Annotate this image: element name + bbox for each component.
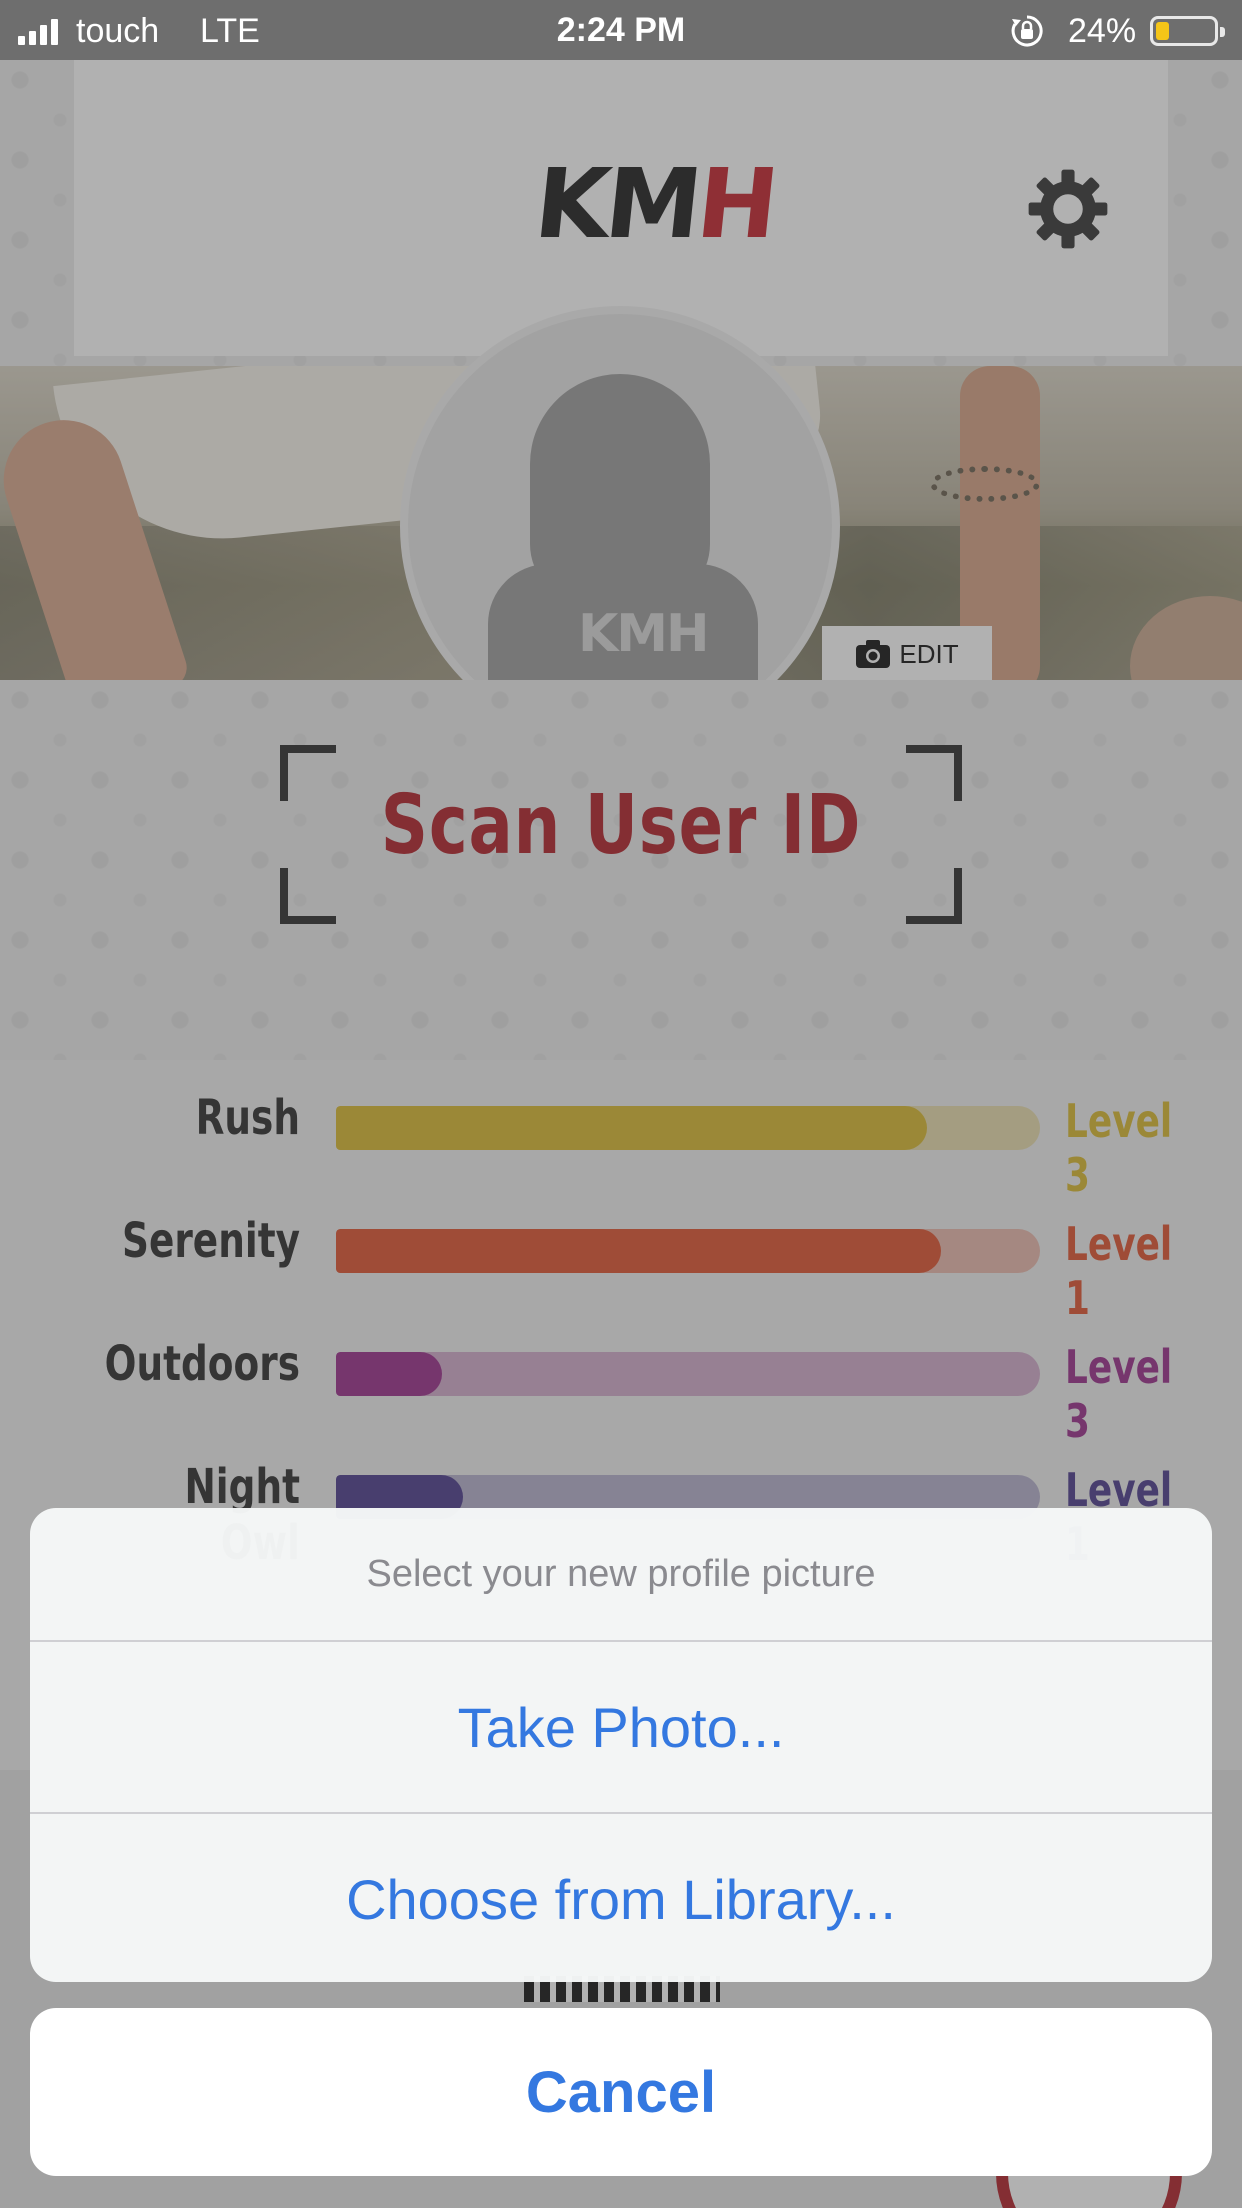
battery-icon	[1150, 16, 1225, 46]
status-time: 2:24 PM	[556, 11, 686, 49]
rotation-lock-icon	[1011, 15, 1043, 47]
action-sheet-title: Select your new profile picture	[366, 1552, 876, 1595]
status-bar: touch LTE 2:24 PM 24%	[0, 0, 1242, 60]
battery-percent: 24%	[1068, 12, 1137, 50]
cancel-button[interactable]: Cancel	[30, 2008, 1212, 2176]
take-photo-button[interactable]: Take Photo...	[30, 1642, 1212, 1812]
action-sheet: Select your new profile picture Take Pho…	[30, 1508, 1212, 1982]
choose-from-library-button[interactable]: Choose from Library...	[30, 1814, 1212, 1982]
